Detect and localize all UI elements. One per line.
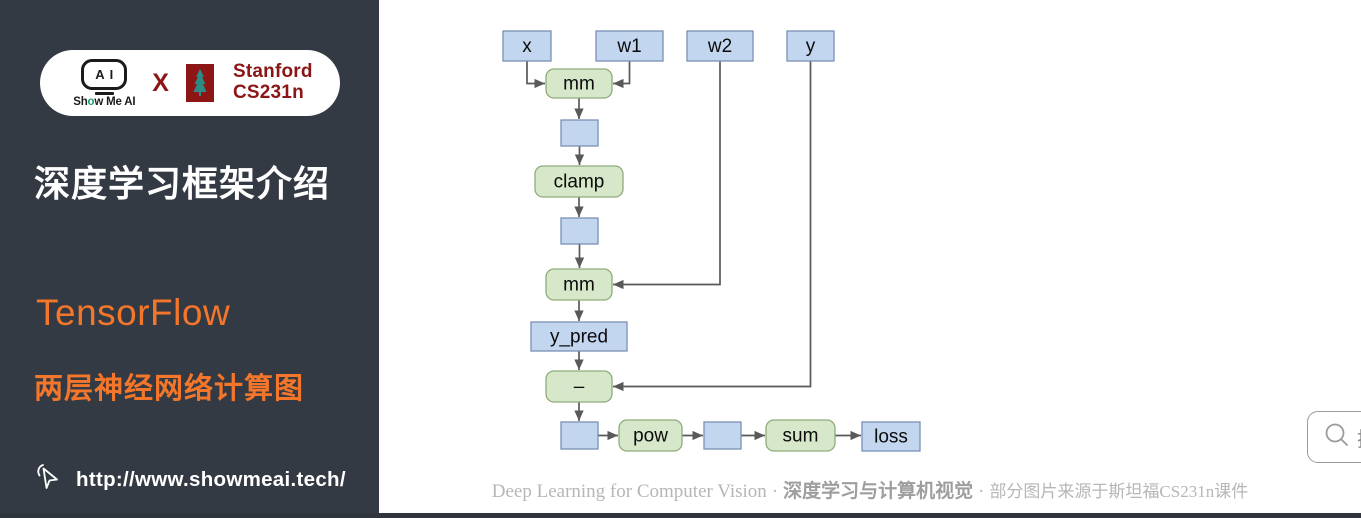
content-area: xw1w2ymmclampmmy_pred–powsumloss ShowMeA…	[379, 0, 1361, 518]
slide-bottom-border	[0, 513, 1361, 518]
graph-node-pow: pow	[618, 419, 683, 452]
caption-english: Deep Learning for Computer Vision	[491, 481, 767, 502]
graph-node-p	[703, 421, 742, 450]
search-magnifier-icon	[1322, 420, 1352, 455]
graph-edge-y-to-minus	[613, 61, 812, 392]
graph-node-label-mm2: mm	[563, 275, 595, 296]
showmeai-wordmark: Show Me AI	[73, 96, 135, 108]
site-url-text: http://www.showmeai.tech/	[76, 467, 346, 491]
wechat-search-box[interactable]: 搜索 | 微信 ShowMeAI 研究中心	[1307, 411, 1361, 463]
graph-node-label-x: x	[522, 36, 532, 57]
logo-letter-a: A	[95, 66, 105, 82]
graph-node-minus: –	[545, 370, 613, 403]
graph-node-label-w2: w2	[707, 36, 732, 57]
computational-graph: x w1 w2 y mm clamp mm y_pred – pow sum loss	[502, 30, 921, 452]
caption-source: 部分图片来源于斯坦福CS231n课件	[989, 482, 1249, 501]
graph-node-mm2: mm	[545, 268, 613, 301]
graph-node-label-y: y	[806, 36, 816, 57]
graph-node-label-minus: –	[574, 377, 585, 398]
framework-name: TensorFlow	[36, 292, 231, 333]
slide-title: 深度学习框架介绍	[34, 163, 331, 204]
logo-badge: A I Show Me AI X S St	[40, 50, 340, 116]
graph-node-y: y	[786, 30, 835, 62]
graph-node-label-clamp: clamp	[554, 172, 605, 193]
caption-separator-2: ·	[978, 481, 985, 502]
graph-node-label-y_pred: y_pred	[550, 327, 608, 348]
stanford-course-text: Stanford CS231n	[233, 62, 313, 103]
graph-node-loss: loss	[861, 421, 921, 452]
site-url-row[interactable]: http://www.showmeai.tech/	[34, 462, 346, 497]
graph-node-mm1: mm	[545, 68, 613, 99]
graph-node-y_pred: y_pred	[530, 321, 628, 352]
graph-node-sum: sum	[765, 419, 836, 452]
graph-node-w2: w2	[686, 30, 754, 62]
graph-node-w1: w1	[595, 30, 664, 62]
stanford-tree-logo-icon: S	[180, 58, 220, 109]
wordmark-post: w Me AI	[94, 95, 136, 108]
slide-root: A I Show Me AI X S St	[0, 0, 1361, 518]
graph-edge-w1-to-mm1	[613, 61, 631, 89]
graph-node-x: x	[502, 30, 552, 62]
caption-separator-1: ·	[771, 481, 779, 502]
graph-node-label-pow: pow	[633, 426, 668, 447]
graph-nodes: x w1 w2 y mm clamp mm y_pred – pow sum loss	[502, 30, 921, 452]
graph-node-label-w1: w1	[616, 36, 641, 57]
slide-subtitle: 两层神经网络计算图	[34, 373, 305, 405]
cursor-pointer-icon	[34, 462, 64, 497]
logo-letter-i: I	[109, 66, 114, 82]
collab-x-symbol: X	[152, 68, 169, 97]
slide-caption: Deep Learning for Computer Vision · 深度学习与计…	[379, 476, 1361, 503]
showmeai-stand-icon	[94, 91, 114, 95]
graph-node-label-mm1: mm	[563, 74, 595, 95]
graph-edge-x-to-mm1	[526, 61, 545, 89]
showmeai-monitor-icon: A I	[81, 58, 128, 90]
graph-node-h2	[560, 217, 599, 245]
showmeai-logo: A I Show Me AI	[67, 58, 141, 108]
graph-node-label-sum: sum	[783, 426, 819, 447]
wordmark-pre: Sh	[73, 95, 88, 108]
stanford-line-1: Stanford	[232, 61, 313, 83]
graph-edge-w2-to-mm2	[613, 61, 721, 290]
caption-chinese: 深度学习与计算机视觉	[783, 481, 974, 502]
graph-node-label-loss: loss	[874, 427, 908, 448]
graph-node-h1	[560, 119, 599, 147]
search-placeholder-text: 搜索 | 微信	[1357, 423, 1361, 452]
stanford-line-2: CS231n	[232, 82, 304, 103]
graph-node-clamp: clamp	[534, 165, 624, 198]
graph-node-d	[560, 421, 599, 450]
sidebar: A I Show Me AI X S St	[0, 0, 379, 518]
